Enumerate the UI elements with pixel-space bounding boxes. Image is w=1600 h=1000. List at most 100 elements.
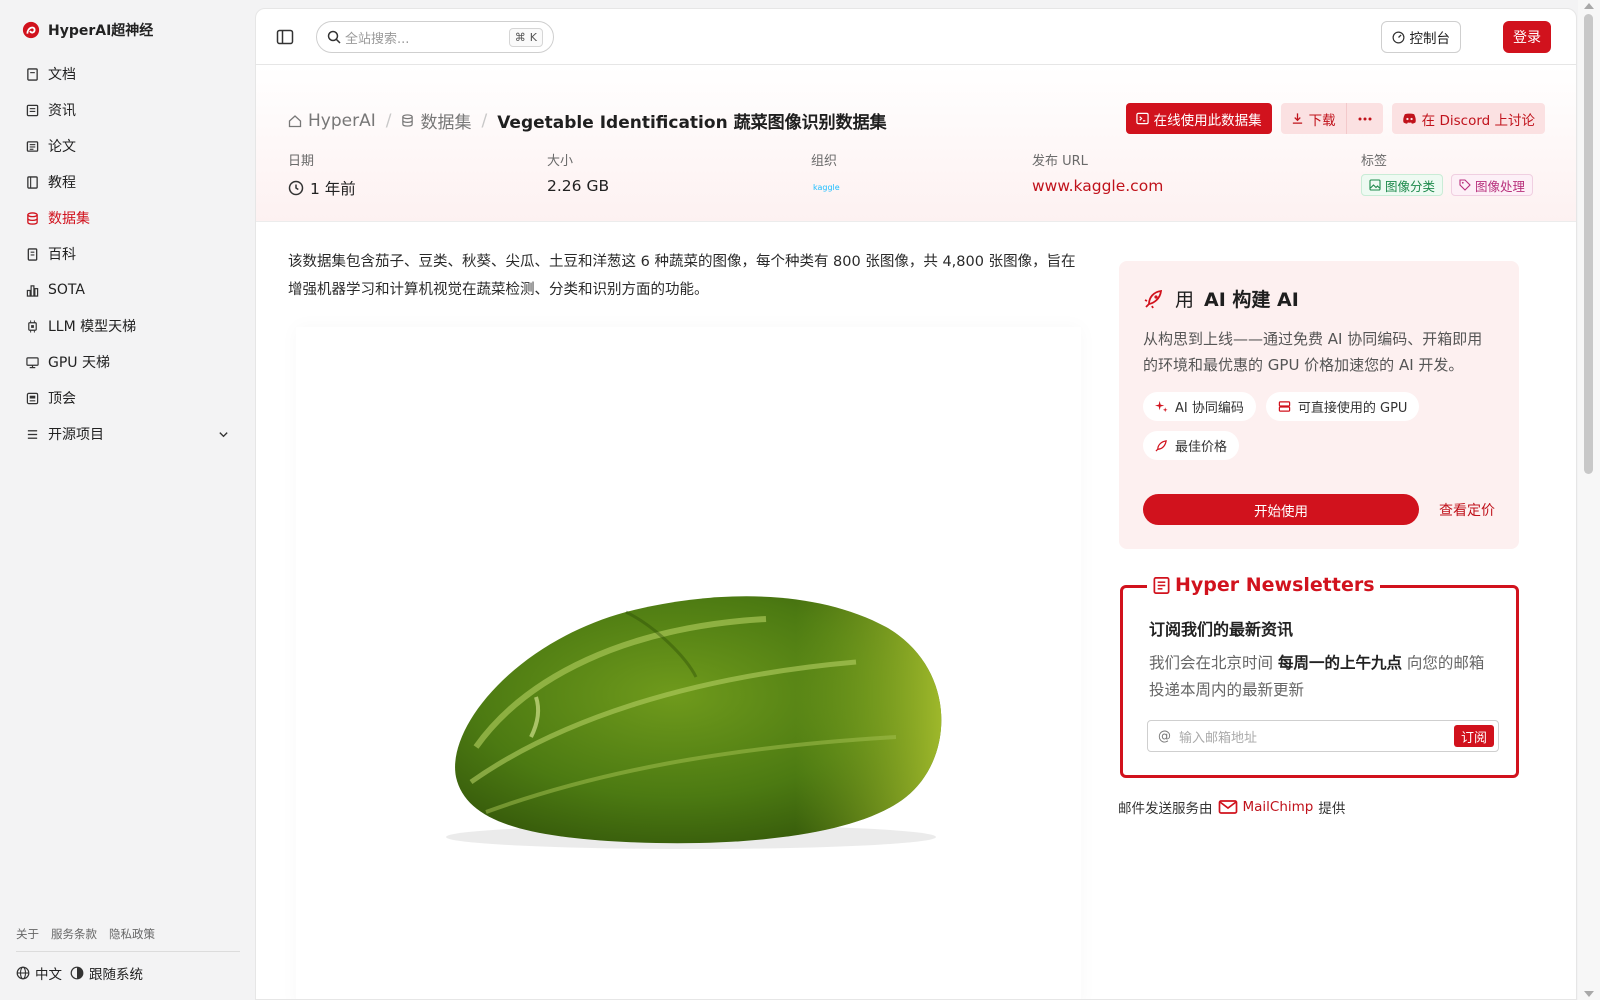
mail-icon [1218, 800, 1237, 814]
ai-card-title-prefix: 用 [1175, 289, 1195, 311]
console-label: 控制台 [1409, 31, 1451, 47]
sidebar-item-datasets[interactable]: 数据集 [16, 200, 241, 236]
console-button[interactable]: 控制台 [1380, 21, 1461, 53]
globe-icon [16, 966, 30, 980]
language-switcher[interactable]: 中文 [16, 963, 62, 983]
tag-image-processing[interactable]: 图像处理 [1451, 174, 1534, 196]
chip-label: 可直接使用的 GPU [1297, 401, 1408, 416]
mailchimp-link[interactable]: MailChimp [1243, 799, 1314, 815]
discord-label: 在 Discord 上讨论 [1421, 112, 1535, 129]
use-online-button[interactable]: 在线使用此数据集 [1125, 103, 1272, 134]
sidebar-item-docs[interactable]: 文档 [16, 56, 241, 92]
sidebar-settings: 中文 跟随系统 [16, 963, 143, 983]
newspaper-icon [1153, 576, 1170, 594]
database-icon [25, 211, 39, 225]
breadcrumb: HyperAI / 数据集 / Vegetable Identification… [288, 108, 887, 133]
sidebar-item-label: 百科 [48, 247, 76, 263]
sidebar-item-wiki[interactable]: 百科 [16, 236, 241, 272]
scroll-thumb[interactable] [1584, 14, 1593, 474]
email-field[interactable]: @ 输入邮箱地址 订阅 [1147, 720, 1499, 752]
brand-logo-link[interactable]: HyperAI超神经 [22, 20, 153, 40]
email-placeholder: 输入邮箱地址 [1179, 730, 1258, 746]
newsletter-description: 我们会在北京时间 每周一的上午九点 向您的邮箱投递本周内的最新更新 [1149, 650, 1490, 704]
sidebar-item-label: 教程 [48, 175, 76, 191]
meta-date: 日期 1 年前 [288, 150, 356, 199]
more-horizontal-icon [1358, 117, 1372, 120]
more-options-button[interactable] [1346, 103, 1383, 134]
language-label: 中文 [35, 967, 62, 983]
main-panel: 全站搜索... ⌘ K 控制台 登录 HyperAI / 数据集 / Veget… [255, 8, 1577, 1000]
clock-icon [288, 180, 304, 196]
view-pricing-link[interactable]: 查看定价 [1439, 500, 1495, 520]
chevron-down-icon[interactable] [218, 429, 229, 440]
source-url-link[interactable]: www.kaggle.com [1032, 177, 1163, 195]
sidebar-item-label: 资讯 [48, 103, 76, 119]
kaggle-logo[interactable]: kaggle [813, 177, 840, 197]
kaggle-logo-text: kaggle [813, 182, 840, 192]
tags-label: 标签 [1361, 154, 1388, 169]
use-online-label: 在线使用此数据集 [1153, 112, 1262, 129]
vegetable-image [446, 596, 942, 849]
sidebar-item-papers[interactable]: 论文 [16, 128, 241, 164]
page-scrollbar[interactable] [1578, 0, 1600, 1000]
sidebar-toggle-icon[interactable] [276, 28, 294, 46]
discord-icon [1402, 113, 1416, 124]
bar-chart-icon [25, 283, 39, 297]
tag-image-classification[interactable]: 图像分类 [1361, 174, 1444, 196]
paper-icon [25, 139, 39, 153]
sidebar-item-label: GPU 天梯 [48, 355, 110, 371]
size-label: 大小 [547, 154, 574, 169]
server-icon [1278, 401, 1291, 412]
download-icon [1292, 113, 1302, 124]
dataset-description: 该数据集包含茄子、豆类、秋葵、尖瓜、土豆和洋葱这 6 种蔬菜的图像，每个种类有 … [288, 254, 1076, 298]
sidebar-item-tutorials[interactable]: 教程 [16, 164, 241, 200]
dataset-header: HyperAI / 数据集 / Vegetable Identification… [256, 66, 1576, 222]
search-input[interactable]: 全站搜索... ⌘ K [316, 21, 554, 53]
chip-label: AI 协同编码 [1175, 401, 1244, 416]
breadcrumb-home[interactable]: HyperAI [288, 111, 376, 131]
privacy-link[interactable]: 隐私政策 [109, 926, 155, 942]
url-label: 发布 URL [1032, 154, 1088, 169]
ai-feature-chips: AI 协同编码 可直接使用的 GPU 最佳价格 [1143, 392, 1495, 460]
ai-card-title: 用 AI 构建 AI [1143, 285, 1495, 312]
at-sign-icon: @ [1158, 728, 1171, 744]
sidebar-item-sota[interactable]: SOTA [16, 272, 241, 308]
conference-icon [25, 391, 39, 405]
chip-ai-coding: AI 协同编码 [1143, 392, 1256, 421]
meta-url: 发布 URL www.kaggle.com [1032, 150, 1163, 195]
brand-name: HyperAI超神经 [48, 23, 154, 39]
login-button[interactable]: 登录 [1503, 21, 1551, 53]
size-value: 2.26 GB [547, 177, 610, 195]
sidebar-item-llm-leaderboard[interactable]: LLM 模型天梯 [16, 308, 241, 344]
sidebar-item-gpu-leaderboard[interactable]: GPU 天梯 [16, 344, 241, 380]
command-key-icon: ⌘ [514, 31, 526, 44]
sidebar-item-open-source[interactable]: 开源项目 [16, 416, 241, 452]
scroll-down-arrow[interactable] [1584, 991, 1594, 997]
theme-label: 跟随系统 [89, 967, 143, 983]
about-link[interactable]: 关于 [16, 926, 39, 942]
subscribe-button[interactable]: 订阅 [1453, 725, 1494, 747]
terms-link[interactable]: 服务条款 [51, 926, 97, 942]
download-button[interactable]: 下载 [1280, 103, 1347, 134]
search-placeholder: 全站搜索... [345, 31, 410, 47]
sidebar-item-label: 文档 [48, 67, 76, 83]
theme-switcher[interactable]: 跟随系统 [70, 963, 143, 983]
encyclopedia-icon [25, 247, 39, 261]
sidebar-item-conferences[interactable]: 顶会 [16, 380, 241, 416]
breadcrumb-datasets[interactable]: 数据集 [401, 108, 471, 133]
search-shortcut-key: K [529, 31, 537, 44]
monitor-icon [25, 355, 39, 369]
sidebar-item-label: SOTA [48, 282, 85, 298]
breadcrumb-separator: / [385, 110, 392, 131]
get-started-button[interactable]: 开始使用 [1143, 494, 1419, 525]
chip-icon [25, 319, 39, 333]
discord-button[interactable]: 在 Discord 上讨论 [1391, 103, 1545, 134]
sidebar-item-news[interactable]: 资讯 [16, 92, 241, 128]
scroll-up-arrow[interactable] [1584, 3, 1594, 9]
breadcrumb-datasets-label: 数据集 [420, 113, 472, 133]
chip-gpu: 可直接使用的 GPU [1265, 392, 1420, 421]
dataset-preview-image [296, 327, 1081, 999]
ai-card-actions: 开始使用 查看定价 [1143, 494, 1495, 525]
mailchimp-credit: 邮件发送服务由 MailChimp 提供 [1118, 797, 1345, 817]
tag-icon [1459, 179, 1471, 191]
